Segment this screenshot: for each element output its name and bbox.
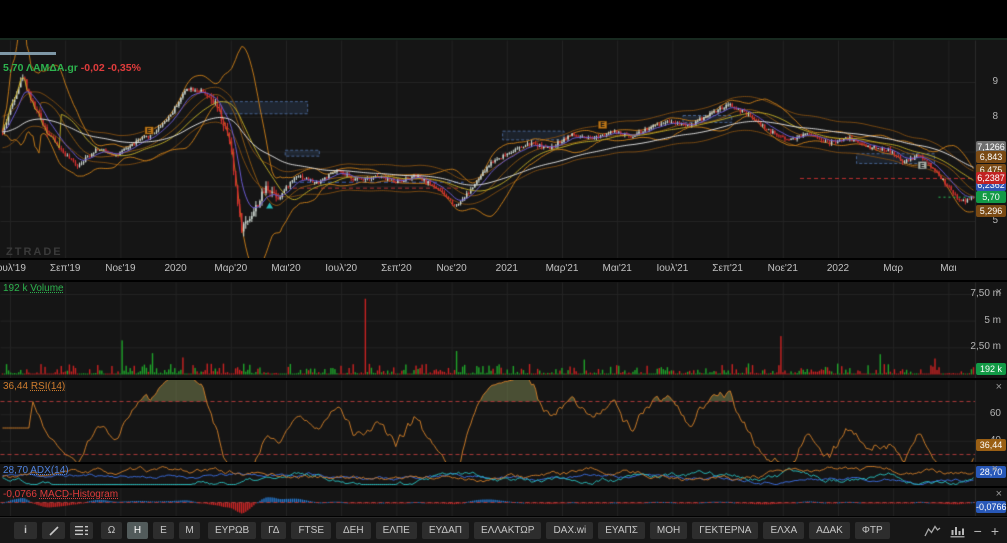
price-axis-tick: 8: [992, 111, 998, 122]
change-text: -0,02: [81, 62, 105, 74]
adx-canvas[interactable]: [0, 464, 1007, 486]
ticker-button-ΦΤΡ[interactable]: ΦΤΡ: [855, 522, 890, 539]
time-axis-label: Νοε'20: [436, 263, 466, 274]
rsi-badge: 36,44: [976, 439, 1006, 451]
volume-value: 192 k: [3, 283, 27, 294]
time-axis-label: Σεπ'20: [381, 263, 412, 274]
volume-axis-tick: 2,50 m: [970, 341, 1001, 352]
price-badge-band-upper: 6,843: [976, 151, 1006, 163]
time-axis-label: 2022: [827, 263, 849, 274]
price-badge-alert-line: 6,2387: [976, 172, 1006, 184]
timeframe-button-Ε[interactable]: Ε: [153, 522, 174, 539]
ticker-button-ΕΥΡΩΒ[interactable]: ΕΥΡΩΒ: [208, 522, 256, 539]
ticker-button-ΔΕΗ[interactable]: ΔΕΗ: [336, 522, 371, 539]
time-axis-label: Σεπ'21: [712, 263, 743, 274]
timeframe-button-Η[interactable]: Η: [127, 522, 148, 539]
time-axis-label: 2021: [496, 263, 518, 274]
macd-header: -0,0766 MACD-Histogram: [3, 489, 118, 500]
time-axis-label: Ιουλ'19: [0, 263, 26, 274]
macd-panel: -0,0766 MACD-Histogram × -0,0766: [0, 488, 1007, 516]
instrument-header: 5,70 ΛΑΜΔΑ.gr -0,02 -0,35%: [3, 62, 141, 74]
macd-value: -0,0766: [3, 489, 37, 500]
volume-name: Volume: [30, 283, 63, 294]
rsi-axis-tick: 60: [990, 408, 1001, 419]
volume-canvas[interactable]: [0, 282, 1007, 378]
macd-close-icon[interactable]: ×: [996, 489, 1002, 499]
ticker-button-ΕΥΑΠΣ[interactable]: ΕΥΑΠΣ: [598, 522, 645, 539]
volume-header: 192 k Volume: [3, 283, 64, 294]
timeframe-button-Ω[interactable]: Ω: [101, 522, 122, 539]
change-pct-text: -0,35%: [108, 62, 141, 74]
macd-name: MACD-Histogram: [40, 489, 118, 500]
volume-panel: 192 k Volume × 7,50 m5 m2,50 m192 k: [0, 282, 1007, 378]
indicators-button[interactable]: [70, 522, 93, 539]
ticker-button-ΜΟΗ[interactable]: ΜΟΗ: [650, 522, 687, 539]
toolbar-right-group: − +: [924, 523, 999, 539]
time-axis-label: Ιουλ'21: [656, 263, 688, 274]
zoom-in-button[interactable]: +: [991, 523, 999, 539]
volume-badge: 192 k: [976, 363, 1006, 375]
draw-button[interactable]: [42, 522, 65, 539]
time-axis-label: Μαρ'20: [214, 263, 247, 274]
price-axis-tick: 9: [992, 76, 998, 87]
pencil-icon: [48, 525, 60, 537]
ticker-button-DAX.wi[interactable]: DAX.wi: [546, 522, 593, 539]
ticker-button-ΕΥΔΑΠ[interactable]: ΕΥΔΑΠ: [422, 522, 469, 539]
ticker-button-ΕΛΛΑΚΤΩΡ[interactable]: ΕΛΛΑΚΤΩΡ: [474, 522, 541, 539]
time-axis-label: Σεπ'19: [50, 263, 81, 274]
time-axis-label: Μαι'20: [271, 263, 300, 274]
volume-close-icon[interactable]: ×: [996, 287, 1002, 297]
price-badge-last-price: 5,70: [976, 191, 1006, 203]
time-axis-label: Μαρ'21: [546, 263, 579, 274]
adx-header: 28,70 ADX(14): [3, 465, 69, 476]
macd-canvas[interactable]: [0, 488, 1007, 516]
ticker-button-ΓΔ[interactable]: ΓΔ: [261, 522, 286, 539]
timeframe-group: ΩΗΕΜ: [101, 522, 200, 539]
time-axis-label: Νοε'19: [105, 263, 135, 274]
histogram-chart-icon[interactable]: [950, 524, 965, 538]
info-button[interactable]: i: [14, 522, 37, 539]
main-chart-panel: 5,70 ΛΑΜΔΑ.gr -0,02 -0,35% ZTRADE 987657…: [0, 38, 1007, 258]
rsi-value: 36,44: [3, 381, 28, 392]
timeframe-button-Μ[interactable]: Μ: [179, 522, 200, 539]
chart-hscroll-thumb[interactable]: [0, 52, 56, 55]
time-axis-label: Μαρ: [883, 263, 903, 274]
time-axis-label: Μαι: [940, 263, 956, 274]
line-chart-icon[interactable]: [924, 524, 941, 538]
rsi-close-icon[interactable]: ×: [996, 382, 1002, 392]
time-axis[interactable]: Ιουλ'19 Σεπ'19 Νοε'19 2020 Μαρ'20 Μαι'20 Ιουλ'…: [0, 260, 1007, 280]
ticker-group: ΕΥΡΩΒ ΓΔ FTSE ΔΕΗ ΕΛΠΕ ΕΥΔΑΠ ΕΛΛΑΚΤΩΡ DAX.wi ΕΥΑ…: [208, 522, 890, 539]
adx-name: ADX(14): [30, 465, 68, 476]
platform-watermark: ZTRADE: [6, 246, 63, 258]
adx-value: 28,70: [3, 465, 28, 476]
adx-close-icon[interactable]: ×: [992, 464, 998, 474]
trading-app: { "ui": {"close_glyph": "×"}, "main_char…: [0, 0, 1007, 542]
toolbar-left-group: i ΩΗΕΜ ΕΥΡΩΒ ΓΔ FTSE ΔΕΗ ΕΛΠΕ ΕΥΔΑΠ ΕΛΛΑΚΤΩΡ DA…: [14, 522, 890, 539]
ticker-button-ΓΕΚΤΕΡΝΑ[interactable]: ΓΕΚΤΕΡΝΑ: [692, 522, 758, 539]
ticker-button-ΕΛΧΑ[interactable]: ΕΛΧΑ: [763, 522, 804, 539]
time-axis-label: 2020: [164, 263, 186, 274]
rsi-name: RSI(14): [31, 381, 65, 392]
adx-panel: 28,70 ADX(14) × 28,70: [0, 464, 1007, 486]
last-price-text: 5,70: [3, 62, 23, 74]
ticker-button-FTSE[interactable]: FTSE: [291, 522, 331, 539]
ticker-button-ΕΛΠΕ[interactable]: ΕΛΠΕ: [376, 522, 417, 539]
symbol-text: ΛΑΜΔΑ.gr: [26, 62, 78, 74]
time-axis-label: Ιουλ'20: [325, 263, 357, 274]
price-badge-band-lower: 5,296: [976, 205, 1006, 217]
ticker-button-ΑΔΑΚ[interactable]: ΑΔΑΚ: [809, 522, 850, 539]
volume-axis-tick: 5 m: [984, 315, 1001, 326]
time-axis-label: Νοε'21: [768, 263, 798, 274]
rsi-panel: 36,44 RSI(14) × 604036,44: [0, 380, 1007, 462]
rsi-canvas[interactable]: [0, 380, 1007, 462]
bottom-toolbar: i ΩΗΕΜ ΕΥΡΩΒ ΓΔ FTSE ΔΕΗ ΕΛΠΕ ΕΥΔΑΠ ΕΛΛΑΚΤΩΡ DA…: [0, 517, 1007, 543]
info-icon: i: [24, 525, 27, 536]
indicator-list-icon: [75, 525, 88, 536]
zoom-out-button[interactable]: −: [974, 523, 982, 539]
macd-badge: -0,0766: [976, 501, 1006, 513]
time-axis-label: Μαι'21: [603, 263, 632, 274]
rsi-header: 36,44 RSI(14): [3, 381, 65, 392]
main-chart-canvas[interactable]: [0, 40, 1007, 258]
